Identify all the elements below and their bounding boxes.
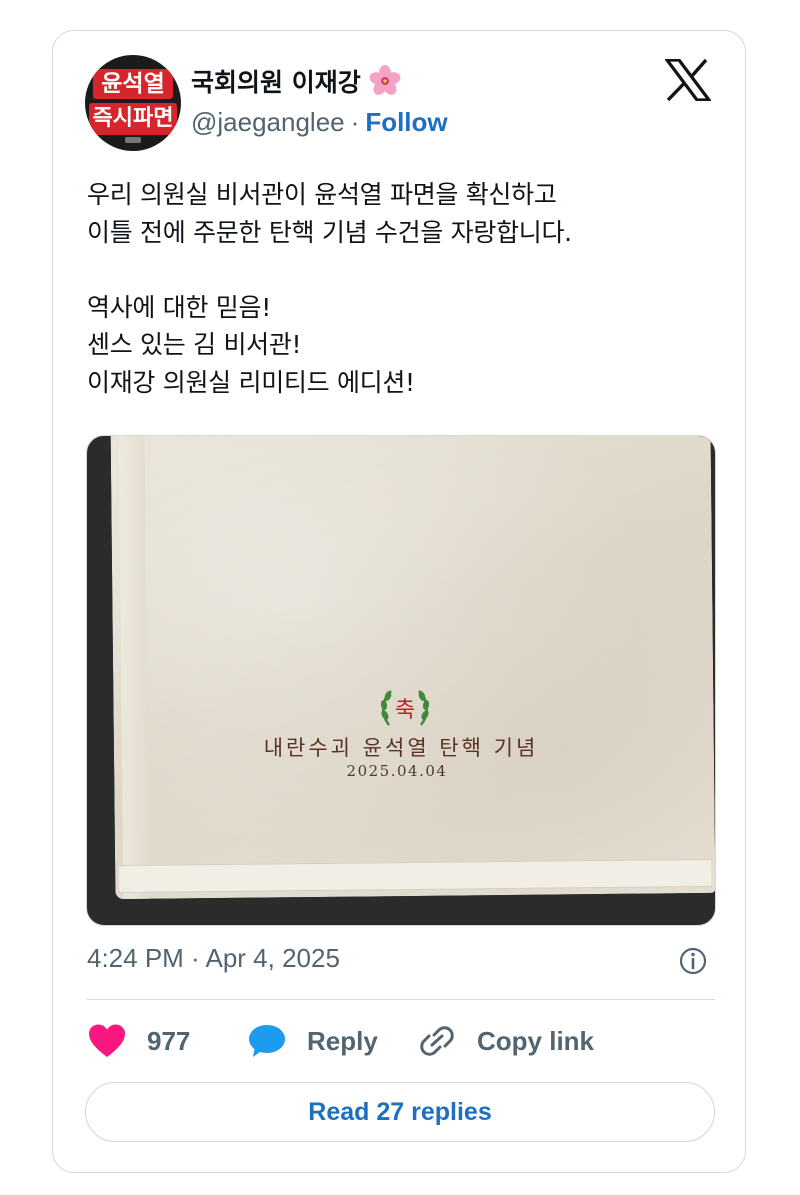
tweet-photo[interactable]: 축 내란수괴 윤석열 탄핵 기념 2025.04.04 bbox=[86, 435, 716, 926]
speech-bubble-icon bbox=[249, 1025, 285, 1057]
avatar-text-top: 윤석열 bbox=[93, 69, 173, 99]
avatar-text-bottom: 즉시파면 bbox=[89, 103, 177, 135]
emblem-char: 축 bbox=[395, 698, 415, 723]
tweet-line: 이틀 전에 주문한 탄핵 기념 수건을 자랑합니다. bbox=[87, 217, 572, 247]
tweet-line: 이재강 의원실 리미티드 에디션! bbox=[87, 367, 415, 397]
link-icon bbox=[420, 1026, 454, 1056]
read-replies-button[interactable]: Read 27 replies bbox=[85, 1082, 715, 1142]
towel-image bbox=[110, 436, 715, 900]
avatar[interactable]: 윤석열 즉시파면 bbox=[85, 55, 181, 151]
towel-edge bbox=[118, 436, 150, 900]
separator-dot: · bbox=[350, 107, 360, 137]
like-count: 977 bbox=[147, 1025, 191, 1056]
tweet-card: 윤석열 즉시파면 국회의원 이재강 @jaeganglee · Follow 우… bbox=[52, 30, 746, 1173]
copy-link-button[interactable]: Copy link bbox=[417, 1021, 594, 1061]
heart-icon bbox=[89, 1024, 125, 1057]
timestamp[interactable]: 4:24 PM · Apr 4, 2025 bbox=[87, 943, 340, 974]
handle-line: @jaeganglee · Follow bbox=[191, 107, 448, 138]
author-name-line: 국회의원 이재강 bbox=[191, 65, 401, 97]
follow-button[interactable]: Follow bbox=[365, 107, 447, 137]
display-name[interactable]: 국회의원 이재강 bbox=[191, 63, 361, 99]
tweet-line: 우리 의원실 비서관이 윤석열 파면을 확신하고 bbox=[87, 180, 557, 209]
reply-label: Reply bbox=[307, 1025, 378, 1056]
laurel-emblem-icon: 축 bbox=[377, 681, 433, 737]
reply-button[interactable]: Reply bbox=[247, 1021, 378, 1061]
hibiscus-icon bbox=[369, 65, 401, 97]
embroidery-text: 내란수괴 윤석열 탄핵 기념 bbox=[263, 736, 539, 760]
copy-link-label: Copy link bbox=[477, 1025, 595, 1056]
like-button[interactable]: 977 bbox=[87, 1021, 190, 1061]
avatar-mini-logo bbox=[125, 137, 141, 143]
tweet-line: 역사에 대한 믿음! bbox=[87, 292, 271, 322]
embroidery-date: 2025.04.04 bbox=[346, 762, 448, 780]
divider bbox=[87, 999, 715, 1000]
tweet-text: 우리 의원실 비서관이 윤석열 파면을 확신하고 이틀 전에 주문한 탄핵 기념… bbox=[87, 176, 717, 401]
x-logo-icon[interactable] bbox=[663, 58, 713, 102]
tweet-line: 센스 있는 김 비서관! bbox=[87, 330, 302, 359]
action-bar: 977 Reply Copy link bbox=[87, 1021, 715, 1061]
handle[interactable]: @jaeganglee bbox=[191, 107, 345, 137]
info-icon[interactable] bbox=[678, 946, 708, 976]
